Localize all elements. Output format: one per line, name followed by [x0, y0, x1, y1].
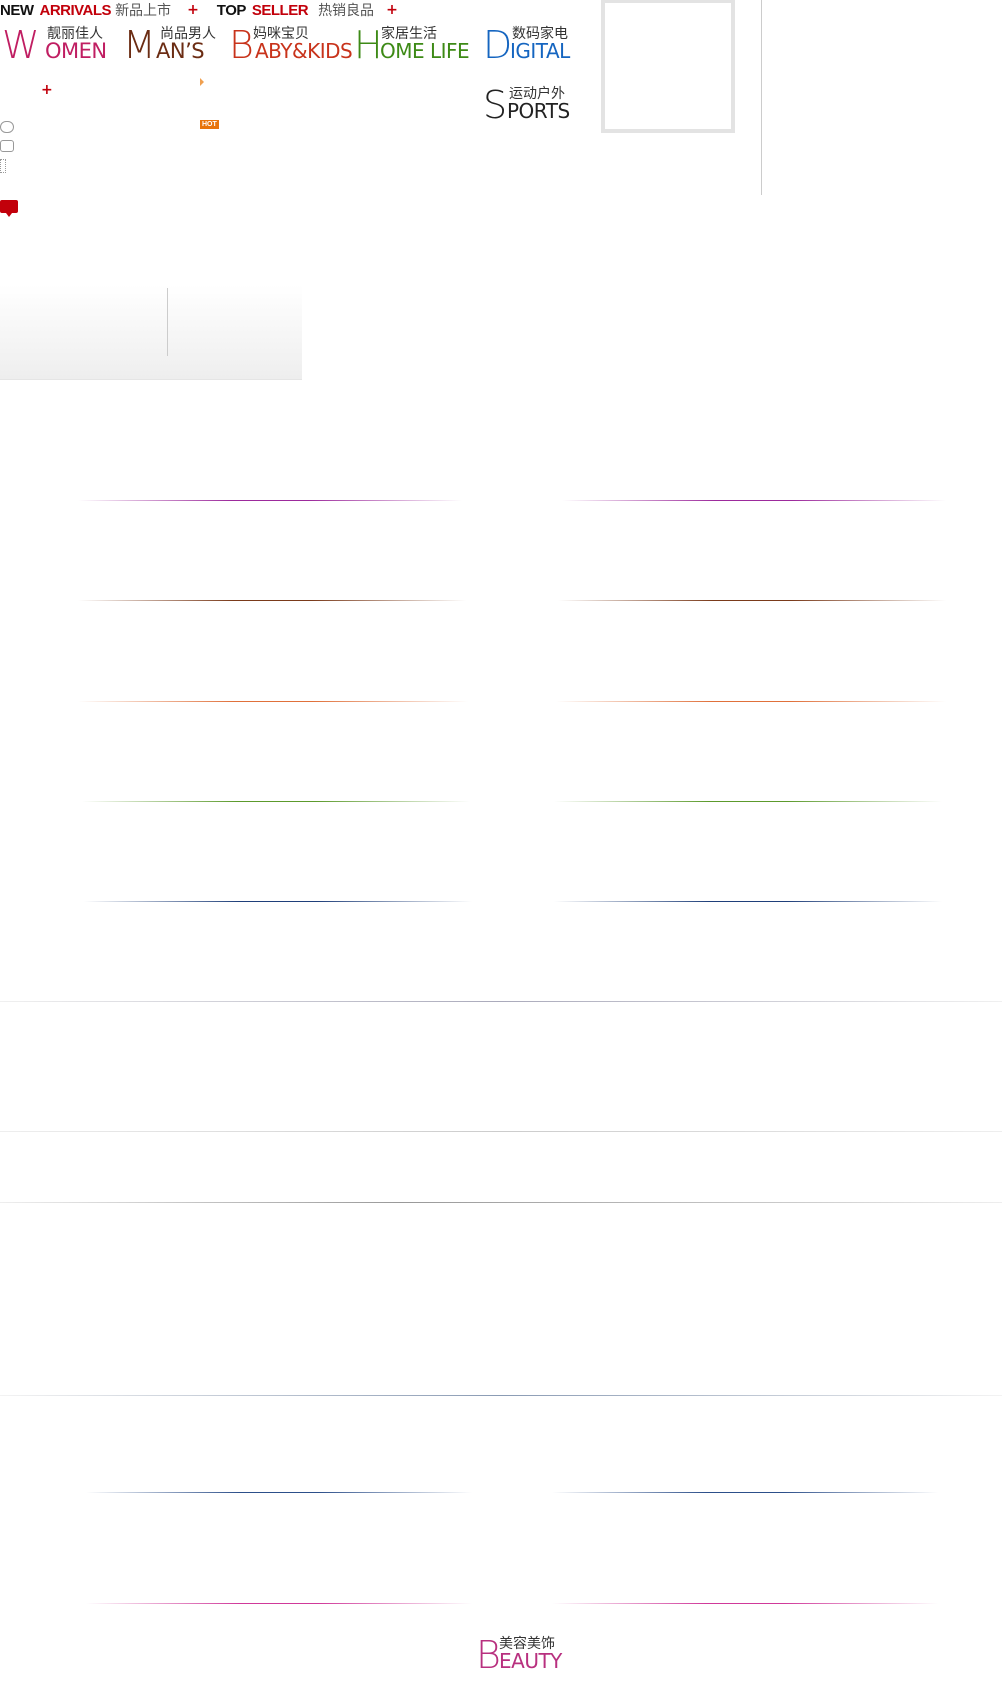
category-home-label: OME LIFE [380, 39, 470, 63]
promo-seller-label: SELLER [251, 1, 309, 19]
divider-purple-left [78, 500, 462, 501]
hot-badge: HOT [200, 120, 219, 129]
divider-brown-left [78, 600, 466, 601]
section-divider-2 [0, 1131, 1002, 1132]
divider-pink-left [86, 1603, 472, 1604]
divider-blue-left [86, 1492, 472, 1493]
category-home-life[interactable]: H 家居生活 OME LIFE [354, 22, 472, 67]
category-sports-label: PORTS [507, 99, 570, 123]
category-beauty[interactable]: B 美容美饰 EAUTY [476, 1632, 566, 1677]
expand-plus-icon[interactable]: + [41, 82, 53, 98]
heart-icon[interactable] [0, 121, 14, 133]
message-badge-icon[interactable] [0, 200, 18, 217]
promo-top-label: TOP [216, 1, 247, 19]
category-women[interactable]: W 靓丽佳人 OMEN [2, 22, 114, 67]
gradient-panel [0, 285, 302, 380]
category-mans-initial: M [123, 23, 156, 67]
category-home-initial: H [354, 23, 383, 67]
divider-green-left [82, 801, 470, 802]
section-divider-1 [0, 1001, 1002, 1002]
divider-blue-right [552, 1492, 938, 1493]
section-divider-3 [0, 1202, 1002, 1203]
divider-brown-right [558, 600, 946, 601]
category-beauty-initial: B [476, 1633, 501, 1677]
category-mans-label: AN’S [156, 39, 205, 63]
divider-pink-right [552, 1603, 938, 1604]
divider-green-right [554, 801, 942, 802]
divider-orange-left [78, 701, 468, 702]
comment-icon[interactable] [0, 140, 14, 152]
header-divider [761, 0, 762, 195]
divider-navy-left [84, 901, 472, 902]
divider-orange-right [556, 701, 946, 702]
promo-new-cn[interactable]: 新品上市 [115, 0, 171, 20]
divider-navy-right [554, 901, 942, 902]
promo-top-plus-icon[interactable]: + [386, 2, 398, 18]
category-digital-label: IGITAL [510, 39, 570, 63]
category-baby-kids[interactable]: B 妈咪宝贝 ABY&KIDS [229, 22, 353, 67]
category-sports[interactable]: S 运动户外 PORTS [483, 82, 581, 127]
category-digital-initial: D [483, 23, 513, 67]
promo-new-label: NEW [0, 1, 34, 19]
section-divider-4 [0, 1395, 1002, 1396]
divider-purple-right [562, 500, 946, 501]
category-baby-initial: B [229, 23, 254, 67]
promo-top-cn[interactable]: 热销良品 [318, 0, 374, 20]
category-baby-label: ABY&KIDS [255, 39, 353, 63]
featured-image-frame[interactable] [601, 0, 735, 133]
share-icon[interactable] [0, 159, 6, 173]
arrow-right-icon [200, 78, 204, 86]
promo-arrivals-label: ARRIVALS [39, 1, 112, 19]
promo-bar: NEW ARRIVALS 新品上市 + TOP SELLER 热销良品 + [0, 0, 398, 20]
panel-divider [167, 288, 168, 356]
category-women-label: OMEN [45, 39, 107, 63]
promo-new-plus-icon[interactable]: + [187, 2, 199, 18]
category-digital[interactable]: D 数码家电 IGITAL [483, 22, 581, 67]
category-beauty-label: EAUTY [499, 1649, 562, 1673]
category-sports-initial: S [483, 83, 508, 127]
category-women-initial: W [2, 23, 40, 67]
category-mans[interactable]: M 尚品男人 AN’S [123, 22, 223, 67]
